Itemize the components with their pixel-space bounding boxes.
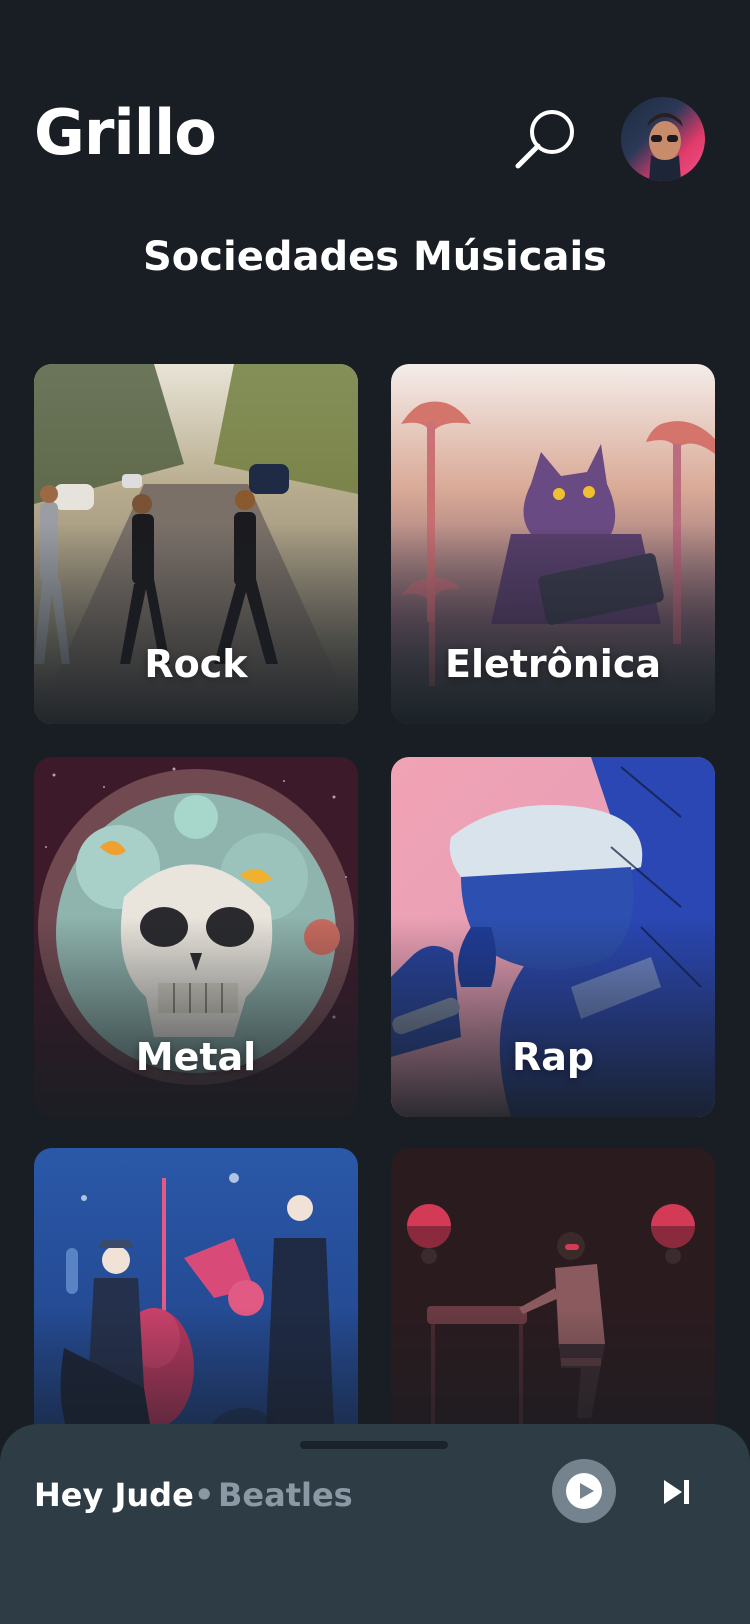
- card-shade: [34, 917, 358, 1117]
- app-title: Grillo: [34, 96, 217, 169]
- genre-label: Rock: [144, 642, 248, 686]
- genre-card-rap[interactable]: Rap: [391, 757, 715, 1117]
- track-separator: •: [194, 1476, 215, 1514]
- search-icon: [515, 110, 574, 169]
- track-title: Hey Jude: [34, 1476, 194, 1514]
- play-triangle: [580, 1483, 594, 1499]
- now-playing-bar[interactable]: Hey Jude • Beatles: [0, 1424, 750, 1624]
- track-artist: Beatles: [218, 1476, 353, 1514]
- card-shade: [391, 524, 715, 724]
- play-button[interactable]: [552, 1459, 616, 1523]
- genre-card-rock[interactable]: Rock: [34, 364, 358, 724]
- avatar[interactable]: [621, 97, 705, 181]
- genre-card-eletronica[interactable]: Eletrônica: [391, 364, 715, 724]
- card-shade: [34, 524, 358, 724]
- card-shade: [391, 917, 715, 1117]
- avatar-image: [647, 113, 683, 181]
- skip-next-button[interactable]: [656, 1472, 696, 1512]
- genre-card-metal[interactable]: Metal: [34, 757, 358, 1117]
- genre-label: Eletrônica: [444, 642, 661, 686]
- search-button[interactable]: [512, 104, 580, 172]
- section-title: Sociedades Músicais: [143, 234, 607, 280]
- skip-next-icon: [664, 1480, 689, 1504]
- drag-handle[interactable]: [300, 1441, 448, 1449]
- genre-label: Metal: [135, 1035, 257, 1079]
- genre-label: Rap: [511, 1035, 595, 1079]
